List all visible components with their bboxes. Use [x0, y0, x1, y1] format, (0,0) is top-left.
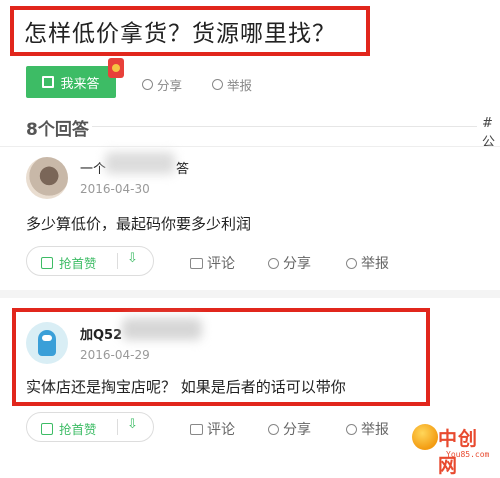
share-icon	[268, 257, 279, 269]
comment-icon	[190, 423, 203, 435]
thumbs-up-icon	[41, 256, 53, 269]
upvote-button[interactable]: 抢首赞	[41, 253, 97, 272]
share-icon	[268, 423, 279, 435]
answer-button[interactable]: 我来答	[26, 66, 116, 98]
author-name[interactable]: 一个	[80, 158, 106, 177]
thumbs-down-icon[interactable]: ⇩	[127, 251, 138, 266]
thumbs-up-icon	[41, 422, 53, 435]
question-title: 怎样低价拿货？货源哪里找？	[24, 21, 336, 47]
share-label: 分享	[283, 256, 311, 272]
report-button[interactable]: 举报	[346, 419, 389, 439]
author-name-suffix: 答	[176, 162, 190, 177]
avatar[interactable]	[26, 322, 68, 364]
share-button[interactable]: 分享	[268, 419, 311, 439]
upvote-label: 抢首赞	[59, 256, 97, 271]
avatar[interactable]	[26, 157, 68, 199]
section-separator	[0, 290, 500, 298]
redacted-name	[122, 318, 202, 340]
answer-count: 8个回答	[26, 120, 89, 140]
answer-body: 多少算低价，最起码你要多少利润	[26, 215, 252, 233]
share-button[interactable]: 分享	[142, 75, 182, 94]
answer-body: 实体店还是掏宝店呢？ 如果是后者的话可以带你	[26, 378, 346, 396]
globe-icon	[412, 424, 438, 450]
watermark-url: You85.com	[446, 450, 490, 459]
sort-toggle[interactable]: #公	[482, 116, 500, 150]
divider	[0, 146, 500, 147]
redacted-name	[105, 152, 175, 174]
report-button[interactable]: 举报	[346, 253, 389, 273]
comment-label: 评论	[207, 256, 235, 272]
upvote-label: 抢首赞	[59, 422, 97, 437]
comment-button[interactable]: 评论	[190, 253, 235, 273]
share-label: 分享	[283, 422, 311, 438]
upvote-button[interactable]: 抢首赞	[41, 419, 97, 438]
report-icon	[346, 423, 357, 435]
watermark-logo: 中创网 You85.com	[412, 420, 496, 477]
report-label: 举报	[227, 78, 253, 93]
report-label: 举报	[361, 422, 389, 438]
report-icon	[212, 79, 223, 90]
divider	[92, 126, 477, 127]
comment-label: 评论	[207, 422, 235, 438]
report-icon	[346, 257, 357, 269]
vote-control[interactable]: 抢首赞 ⇩	[26, 412, 154, 442]
answer-date: 2016-04-29	[80, 348, 150, 362]
report-button[interactable]: 举报	[212, 75, 252, 94]
share-button[interactable]: 分享	[268, 253, 311, 273]
share-label: 分享	[157, 78, 183, 93]
report-label: 举报	[361, 256, 389, 272]
author-name[interactable]: 加Q52	[80, 324, 122, 343]
share-icon	[142, 79, 153, 90]
vote-control[interactable]: 抢首赞 ⇩	[26, 246, 154, 276]
red-packet-icon	[108, 58, 124, 78]
comment-icon	[190, 257, 203, 269]
answer-date: 2016-04-30	[80, 182, 150, 196]
thumbs-down-icon[interactable]: ⇩	[127, 417, 138, 432]
comment-button[interactable]: 评论	[190, 419, 235, 439]
answer-button-label: 我来答	[60, 76, 100, 92]
pen-icon	[42, 76, 55, 88]
